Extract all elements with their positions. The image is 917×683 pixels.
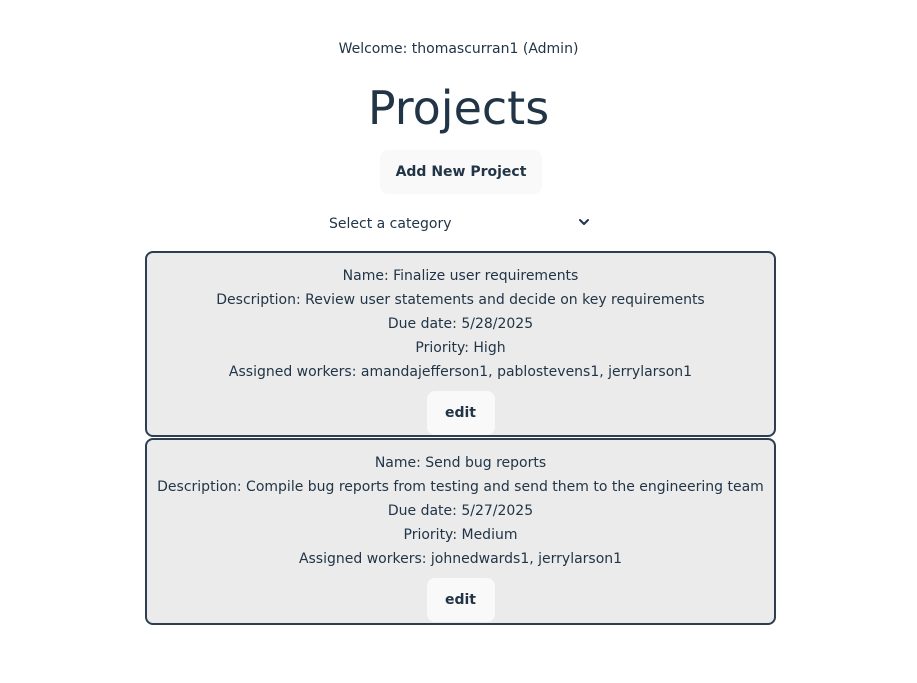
- project-description: Description: Compile bug reports from te…: [157, 479, 764, 495]
- chevron-down-icon: [579, 219, 589, 225]
- edit-button[interactable]: edit: [426, 578, 495, 622]
- edit-button[interactable]: edit: [426, 391, 495, 435]
- project-assigned-workers: Assigned workers: johnedwards1, jerrylar…: [298, 551, 623, 567]
- project-assigned-workers: Assigned workers: amandajefferson1, pabl…: [228, 364, 693, 380]
- project-name: Name: Send bug reports: [374, 455, 547, 471]
- project-due-date: Due date: 5/28/2025: [387, 316, 534, 332]
- project-description: Description: Review user statements and …: [216, 292, 705, 308]
- projects-page: Welcome: thomascurran1 (Admin) Projects …: [0, 0, 917, 683]
- category-select-value: Select a category: [329, 216, 452, 232]
- project-priority: Priority: High: [415, 340, 506, 356]
- project-card: Name: Finalize user requirements Descrip…: [145, 251, 776, 437]
- add-new-project-button[interactable]: Add New Project: [380, 150, 542, 194]
- page-title: Projects: [367, 81, 550, 135]
- welcome-message: Welcome: thomascurran1 (Admin): [338, 41, 579, 57]
- project-card: Name: Send bug reports Description: Comp…: [145, 438, 776, 625]
- project-due-date: Due date: 5/27/2025: [387, 503, 534, 519]
- category-select[interactable]: Select a category: [318, 211, 599, 237]
- project-priority: Priority: Medium: [403, 527, 518, 543]
- project-name: Name: Finalize user requirements: [342, 268, 579, 284]
